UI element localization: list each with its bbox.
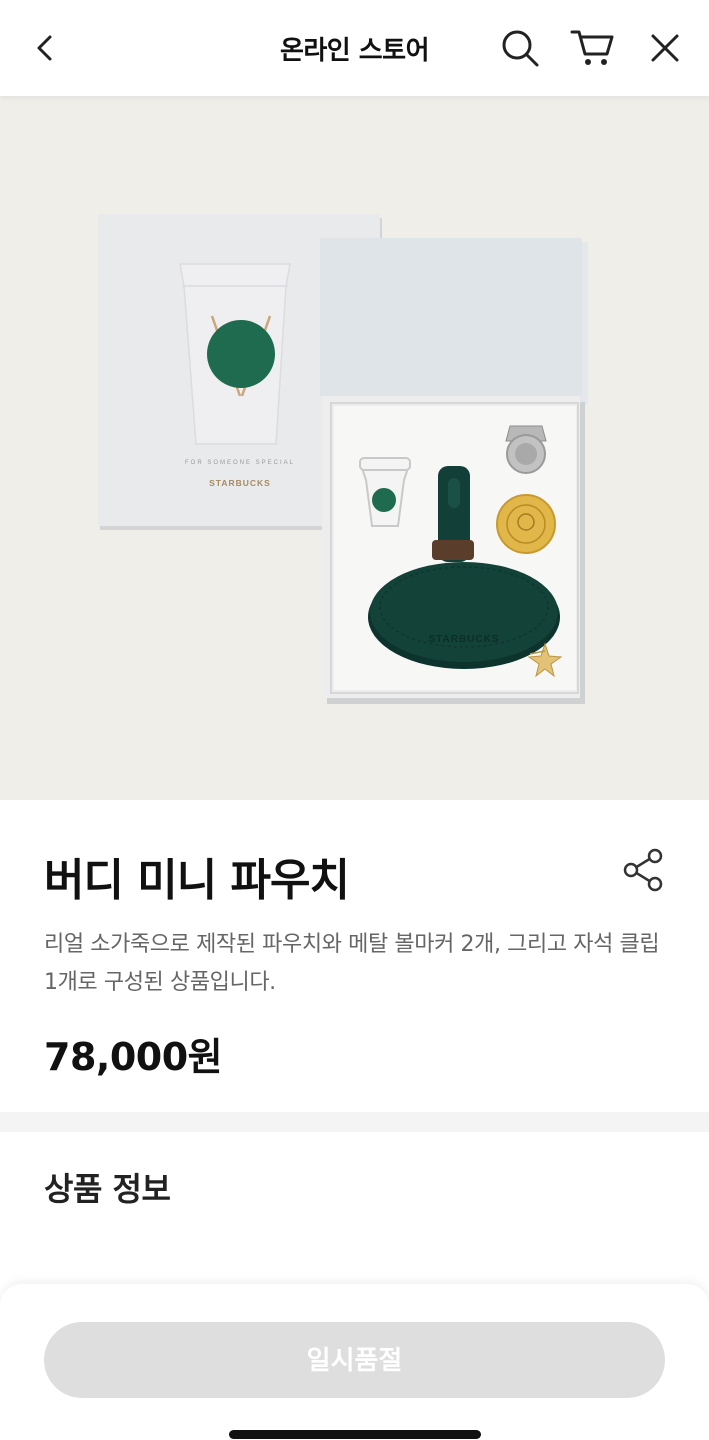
search-button[interactable] xyxy=(498,26,542,70)
share-icon xyxy=(623,848,663,892)
product-name: 버디 미니 파우치 xyxy=(44,855,350,906)
cart-icon xyxy=(570,30,614,65)
starbucks-emboss-text: STARBUCKS xyxy=(428,634,499,645)
top-navigation-bar: 온라인 스토어 xyxy=(0,0,709,96)
product-price: 78,000원 xyxy=(44,1035,223,1079)
share-button[interactable] xyxy=(620,846,668,894)
section-divider xyxy=(0,1112,709,1132)
product-detail-screen: 온라인 스토어 FOR SOMEONE SPECIAL STARBUCKS ST… xyxy=(0,0,709,1440)
bottom-action-bar: 일시품절 xyxy=(0,1284,709,1440)
product-description: 리얼 소가죽으로 제작된 파우치와 메탈 볼마커 2개, 그리고 자석 클립 1… xyxy=(44,932,660,995)
home-indicator xyxy=(229,1430,481,1439)
product-info-heading: 상품 정보 xyxy=(44,1170,171,1208)
soldout-button[interactable]: 일시품절 xyxy=(44,1322,665,1398)
starbucks-logo-text: STARBUCKS xyxy=(209,478,271,488)
search-icon xyxy=(502,30,539,67)
cart-button[interactable] xyxy=(569,26,614,70)
product-info-section: 버디 미니 파우치 리얼 소가죽으로 제작된 파우치와 메탈 볼마커 2개, 그… xyxy=(0,800,709,1112)
close-icon xyxy=(651,34,679,62)
close-button[interactable] xyxy=(643,26,687,70)
svg-text:FOR SOMEONE SPECIAL: FOR SOMEONE SPECIAL xyxy=(185,460,295,466)
product-image: FOR SOMEONE SPECIAL STARBUCKS STARBUCKS xyxy=(0,96,709,800)
